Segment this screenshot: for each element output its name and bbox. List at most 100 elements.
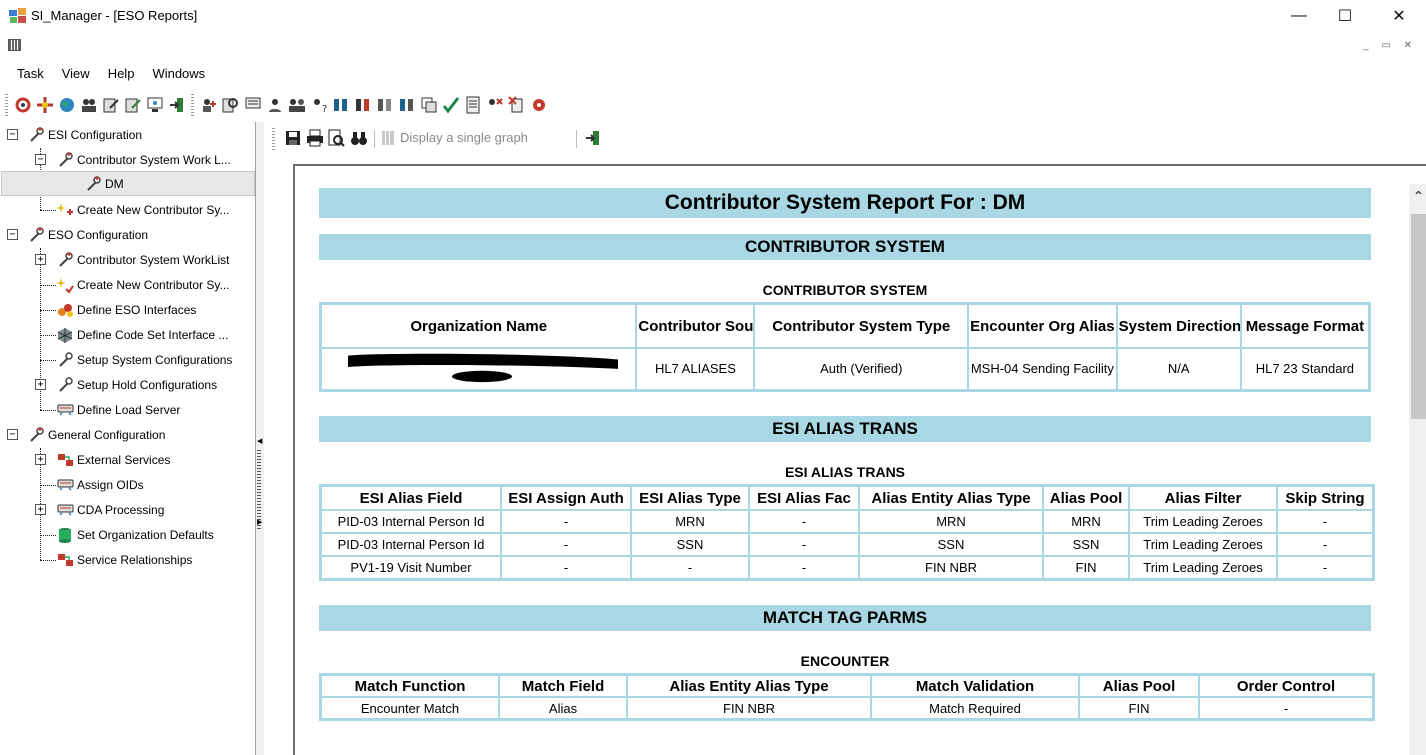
edit-doc-icon[interactable] <box>102 96 120 114</box>
document-icon[interactable] <box>464 96 482 114</box>
mdi-child-controls[interactable]: _ ▭ ✕ <box>1363 40 1417 51</box>
find-binoculars-icon[interactable] <box>350 129 368 147</box>
tree-item-contributor-worklist[interactable]: Contributor System Work L... <box>57 147 231 172</box>
tree-item-set-org-defaults[interactable]: Set Organization Defaults <box>57 522 214 547</box>
expand-toggle[interactable]: + <box>35 504 46 515</box>
settings-red-icon[interactable] <box>530 96 548 114</box>
menu-view[interactable]: View <box>53 62 99 86</box>
delete-doc-icon[interactable] <box>508 96 526 114</box>
expand-right-arrow-icon[interactable]: ▶ <box>257 518 262 526</box>
tree-item-label: Setup System Configurations <box>77 352 233 367</box>
tree-item-contributor-worklist-eso[interactable]: Contributor System WorkList <box>57 247 230 272</box>
toolbar-separator <box>374 130 375 148</box>
users-icon[interactable] <box>80 96 98 114</box>
monitor-user-icon[interactable] <box>146 96 164 114</box>
maximize-button[interactable]: ☐ <box>1322 0 1368 32</box>
search-doc-icon[interactable] <box>222 96 240 114</box>
network-icon[interactable] <box>36 96 54 114</box>
tree-item-setup-system-config[interactable]: Setup System Configurations <box>57 347 232 372</box>
tree-item-general-configuration[interactable]: General Configuration <box>28 422 165 447</box>
refresh-icon[interactable] <box>14 96 32 114</box>
exit-report-icon[interactable] <box>584 129 602 147</box>
table-cell: SSN <box>631 533 749 556</box>
redaction-mark <box>347 353 618 382</box>
expand-toggle[interactable]: + <box>35 254 46 265</box>
users-red-icon[interactable] <box>354 96 372 114</box>
group-icon[interactable] <box>288 96 306 114</box>
config-wrench-icon <box>30 126 44 142</box>
users-list-icon[interactable] <box>398 96 416 114</box>
globe-icon[interactable] <box>58 96 76 114</box>
collapse-toggle[interactable]: − <box>7 429 18 440</box>
tree-item-create-contributor[interactable]: Create New Contributor Sy... <box>57 197 230 222</box>
menu-windows[interactable]: Windows <box>143 62 214 86</box>
check-pen-icon[interactable] <box>442 96 460 114</box>
col-header: Match Function <box>321 675 499 697</box>
tree-item-define-eso-interfaces[interactable]: Define ESO Interfaces <box>57 297 196 322</box>
tree-connector <box>40 360 56 361</box>
screens-icon[interactable] <box>244 96 262 114</box>
tree-connector <box>40 210 56 211</box>
server-icon <box>57 479 74 491</box>
toolbar-grip[interactable] <box>5 94 8 116</box>
scroll-thumb[interactable] <box>1411 214 1426 419</box>
mdi-system-menu-icon[interactable] <box>8 39 21 51</box>
users-gray-icon[interactable] <box>376 96 394 114</box>
table-row: PID-03 Internal Person Id - SSN - SSN SS… <box>321 533 1373 556</box>
col-header: Alias Filter <box>1129 486 1277 510</box>
toolbar-grip-2[interactable] <box>191 94 194 116</box>
display-single-graph-button[interactable]: Display a single graph <box>382 130 528 145</box>
expand-toggle[interactable]: + <box>35 379 46 390</box>
menu-task[interactable]: Task <box>0 62 53 86</box>
copy-icon[interactable] <box>420 96 438 114</box>
save-icon[interactable] <box>284 129 302 147</box>
print-preview-icon[interactable] <box>327 129 345 147</box>
tree-item-eso-configuration[interactable]: ESO Configuration <box>28 222 148 247</box>
key-user-icon[interactable] <box>266 96 284 114</box>
tree-item-define-code-set[interactable]: Define Code Set Interface ... <box>57 322 228 347</box>
expand-toggle[interactable]: + <box>35 454 46 465</box>
esi-alias-trans-table: ESI Alias Field ESI Assign Auth ESI Alia… <box>319 484 1375 581</box>
menu-help[interactable]: Help <box>99 62 144 86</box>
col-header: ESI Assign Auth <box>501 486 631 510</box>
edit-doc2-icon[interactable] <box>124 96 142 114</box>
table-header-row: Match Function Match Field Alias Entity … <box>321 675 1373 697</box>
tree-item-cda-processing[interactable]: CDA Processing <box>57 497 164 522</box>
minimize-button[interactable]: — <box>1276 0 1322 32</box>
tree-item-setup-hold-config[interactable]: Setup Hold Configurations <box>57 372 217 397</box>
table-header-row: Organization Name Contributor Source Con… <box>321 304 1369 348</box>
vertical-scrollbar[interactable]: ⌃ <box>1409 184 1426 755</box>
app-icon <box>9 8 26 23</box>
new-item-sparkle-icon <box>57 202 73 215</box>
toolbar-grip[interactable] <box>272 128 275 150</box>
table-row: Encounter Match Alias FIN NBR Match Requ… <box>321 697 1373 719</box>
report-toolbar: Display a single graph <box>264 124 1426 154</box>
collapse-toggle[interactable]: − <box>7 229 18 240</box>
users-blue-icon[interactable] <box>332 96 350 114</box>
table-cell: Trim Leading Zeroes <box>1129 510 1277 533</box>
wrench-icon <box>59 351 73 367</box>
col-header: Alias Entity Alias Type <box>627 675 871 697</box>
print-icon[interactable] <box>306 129 324 147</box>
help-user-icon[interactable]: ? <box>310 96 328 114</box>
tree-item-external-services[interactable]: External Services <box>57 447 170 472</box>
scroll-up-arrow-icon[interactable]: ⌃ <box>1409 188 1426 204</box>
close-button[interactable]: ✕ <box>1376 0 1422 32</box>
exit-icon[interactable] <box>168 96 186 114</box>
tree-item-dm[interactable]: DM <box>1 171 255 196</box>
tree-item-define-load-server[interactable]: Define Load Server <box>57 397 180 422</box>
remove-user-icon[interactable] <box>486 96 504 114</box>
tree-item-assign-oids[interactable]: Assign OIDs <box>57 472 144 497</box>
col-header: Match Field <box>499 675 627 697</box>
window-title: SI_Manager - [ESO Reports] <box>31 8 198 23</box>
tree-item-label: External Services <box>77 452 171 467</box>
tree-item-create-contributor-eso[interactable]: Create New Contributor Sy... <box>57 272 230 297</box>
collapse-left-arrow-icon[interactable]: ◀ <box>257 437 262 445</box>
collapse-toggle[interactable]: − <box>7 129 18 140</box>
tree-connector <box>40 560 56 561</box>
collapse-toggle[interactable]: − <box>35 154 46 165</box>
add-user-icon[interactable] <box>200 96 218 114</box>
tree-item-service-relationships[interactable]: Service Relationships <box>57 547 192 572</box>
col-header: Alias Entity Alias Type <box>859 486 1043 510</box>
tree-item-esi-configuration[interactable]: ESI Configuration <box>28 122 142 147</box>
